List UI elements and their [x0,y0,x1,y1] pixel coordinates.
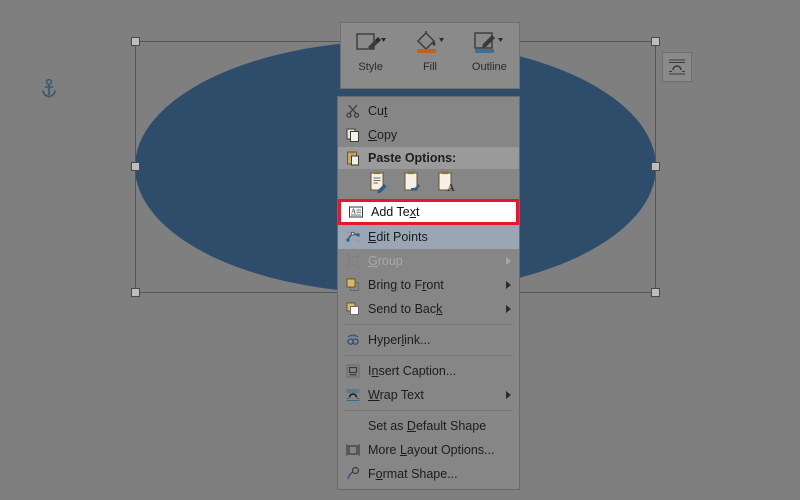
hyperlink-icon [338,332,368,348]
chevron-right-icon [506,257,511,265]
menu-item-edit-points[interactable]: Edit Points [338,225,519,249]
fill-label: Fill [423,61,437,73]
shape-outline-icon [472,28,506,58]
resize-handle-middle-right[interactable] [651,162,660,171]
menu-item-more-layout-options[interactable]: More Layout Options... [338,438,519,462]
more-layout-icon [338,442,368,458]
menu-item-set-as-default-shape[interactable]: Set as Default Shape [338,414,519,438]
menu-item-cut-label: Cut [368,104,387,118]
wrap-text-icon [667,57,687,77]
menu-item-format-shape-label: Format Shape... [368,467,458,481]
menu-item-paste-options: Paste Options: [338,147,519,169]
mini-toolbar[interactable]: Style Fill Outline [340,22,520,89]
menu-item-hyperlink-label: Hyperlink... [368,333,431,347]
merge-formatting-icon[interactable] [402,170,424,199]
menu-item-insert-caption-label: Insert Caption... [368,364,456,378]
style-button[interactable]: Style [341,28,400,73]
menu-separator [344,324,513,325]
chevron-right-icon [506,305,511,313]
menu-item-edit-points-label: Edit Points [368,230,428,244]
resize-handle-bottom-left[interactable] [131,288,140,297]
fill-bucket-icon [413,28,447,58]
paste-options-row[interactable]: A [338,169,519,199]
menu-item-more-layout-options-label: More Layout Options... [368,443,494,457]
menu-item-cut[interactable]: Cut [338,99,519,123]
style-label: Style [358,61,382,73]
resize-handle-top-left[interactable] [131,37,140,46]
edit-points-icon [338,229,368,245]
context-menu[interactable]: Cut Copy Paste Options: [337,96,520,490]
menu-item-send-to-back-label: Send to Back [368,302,442,316]
insert-caption-icon [338,363,368,379]
layout-options-button[interactable] [662,52,692,82]
menu-item-add-text-label: Add Text [371,205,419,219]
menu-item-copy-label: Copy [368,128,397,142]
add-text-icon: A [341,204,371,220]
menu-item-copy[interactable]: Copy [338,123,519,147]
format-shape-icon [338,466,368,482]
menu-item-group-label: Group [368,254,403,268]
menu-item-wrap-text[interactable]: Wrap Text [338,383,519,407]
anchor-icon [40,78,58,98]
menu-item-bring-to-front[interactable]: Bring to Front [338,273,519,297]
menu-separator [344,355,513,356]
wrap-text-icon [338,387,368,403]
shape-style-icon [354,28,388,58]
outline-label: Outline [472,61,507,73]
group-icon [338,253,368,269]
bring-to-front-icon [338,277,368,293]
menu-item-paste-options-label: Paste Options: [368,151,456,165]
svg-text:A: A [351,208,356,216]
keep-text-only-icon[interactable]: A [436,170,458,199]
menu-item-insert-caption[interactable]: Insert Caption... [338,359,519,383]
menu-item-format-shape[interactable]: Format Shape... [338,462,519,486]
chevron-right-icon [506,281,511,289]
resize-handle-top-right[interactable] [651,37,660,46]
chevron-right-icon [506,391,511,399]
menu-item-set-as-default-shape-label: Set as Default Shape [368,419,486,433]
keep-source-formatting-icon[interactable] [368,170,390,199]
menu-item-send-to-back[interactable]: Send to Back [338,297,519,321]
paste-icon [338,150,368,166]
scissors-icon [338,103,368,119]
resize-handle-bottom-right[interactable] [651,288,660,297]
resize-handle-middle-left[interactable] [131,162,140,171]
send-to-back-icon [338,301,368,317]
outline-button[interactable]: Outline [460,28,519,73]
menu-item-wrap-text-label: Wrap Text [368,388,424,402]
menu-item-group: Group [338,249,519,273]
menu-item-bring-to-front-label: Bring to Front [368,278,444,292]
copy-icon [338,127,368,143]
fill-button[interactable]: Fill [400,28,459,73]
menu-item-hyperlink[interactable]: Hyperlink... [338,328,519,352]
menu-separator [344,410,513,411]
menu-item-add-text[interactable]: A Add Text [338,199,519,225]
svg-text:A: A [447,182,455,194]
